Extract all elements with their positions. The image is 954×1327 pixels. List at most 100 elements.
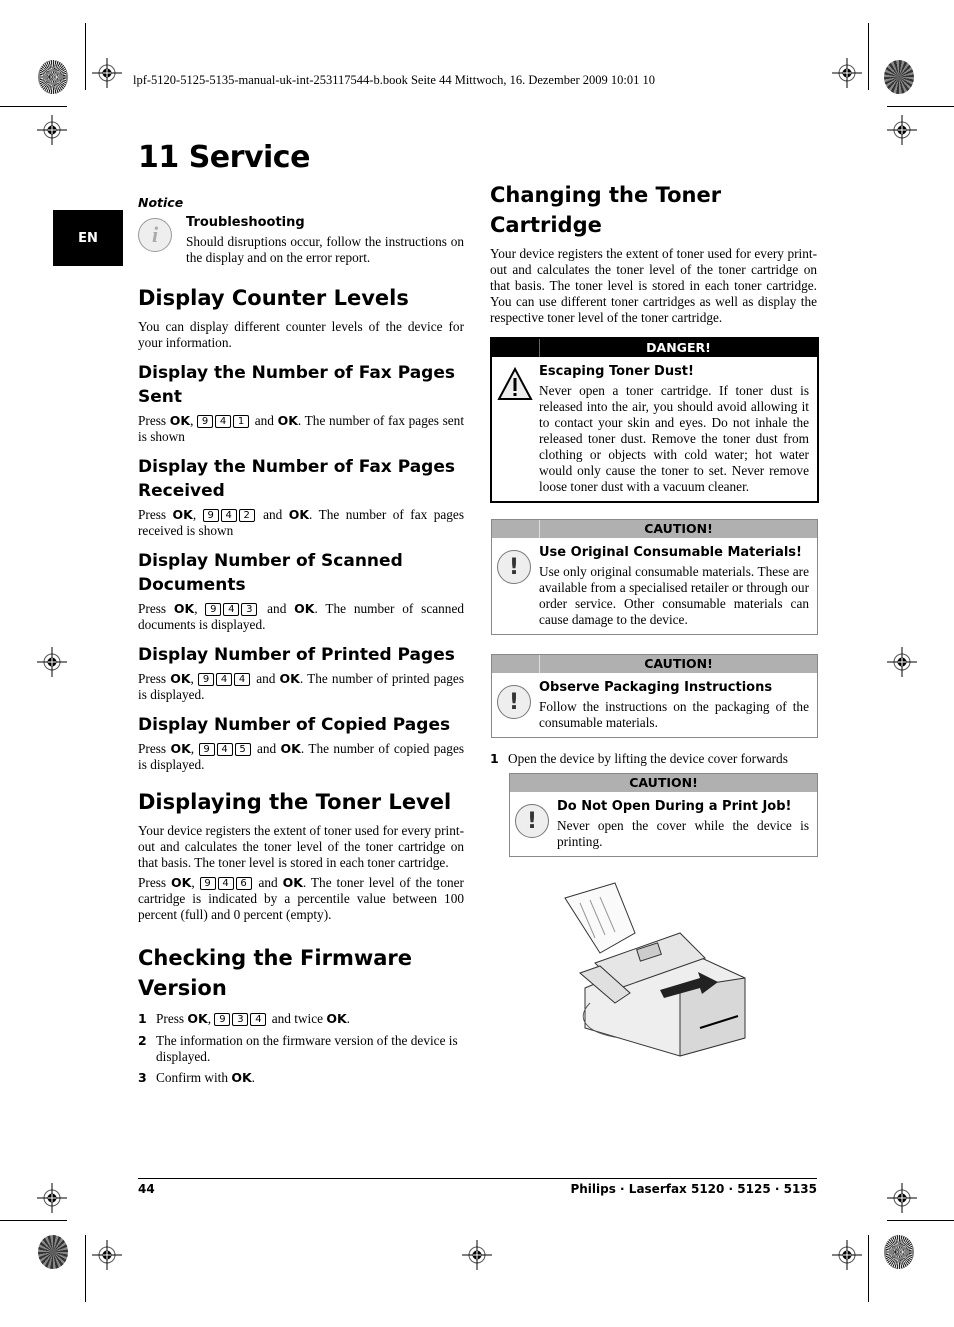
key-4: 4 — [216, 673, 233, 686]
key-9: 9 — [205, 603, 222, 616]
section-instructions: Press OK, 945 and OK. The number of copi… — [138, 741, 465, 772]
registration-mark — [832, 1240, 862, 1270]
section-heading: Display the Number of Fax Pages Received — [138, 457, 455, 501]
warning-triangle-icon — [497, 366, 533, 406]
step-open-device: 1 Open the device by lifting the device … — [490, 751, 788, 766]
key-9: 9 — [199, 877, 216, 890]
caution-title: Observe Packaging Instructions — [539, 680, 773, 695]
toner-level-text: Your device registers the extent of tone… — [138, 823, 464, 870]
caution-label: CAUTION! — [644, 656, 713, 671]
caution-title: Use Original Consumable Materials! — [539, 545, 802, 560]
caution-box-original-materials: CAUTION! ! Use Original Consumable Mater… — [491, 519, 818, 635]
key-1: 1 — [233, 415, 250, 428]
caution-box-packaging: CAUTION! ! Observe Packaging Instruction… — [491, 654, 818, 738]
counter-section: Display Number of Printed Pages Press OK,… — [138, 643, 464, 703]
heading-display-counter-levels: Display Counter Levels — [138, 286, 409, 310]
info-icon: i — [138, 218, 172, 252]
section-heading: Display the Number of Fax Pages Sent — [138, 363, 455, 407]
counter-section: Display the Number of Fax Pages Sent Pres… — [138, 361, 464, 445]
danger-label: DANGER! — [646, 340, 711, 355]
key-4: 4 — [215, 415, 232, 428]
registration-mark — [887, 115, 917, 145]
registration-mark — [887, 1183, 917, 1213]
key-3: 3 — [241, 603, 258, 616]
notice-label: Notice — [138, 195, 184, 210]
changing-toner-intro: Your device registers the extent of tone… — [490, 246, 817, 325]
exclamation-icon: ! — [497, 550, 531, 584]
registration-mark — [887, 647, 917, 677]
color-rosette-mark — [884, 1235, 914, 1269]
registration-mark — [92, 1240, 122, 1270]
key-9: 9 — [198, 743, 215, 756]
registration-mark — [37, 647, 67, 677]
key-4: 4 — [250, 1013, 267, 1026]
registration-mark — [37, 1183, 67, 1213]
toner-level-press: Press OK, 946 and OK. The toner level of… — [138, 875, 464, 922]
section-instructions: Press OK, 942 and OK. The number of fax … — [138, 507, 464, 538]
key-sequence: 946 — [199, 875, 254, 890]
exclamation-icon: ! — [497, 685, 531, 719]
counter-section: Display Number of Scanned Documents Press… — [138, 549, 464, 633]
color-rosette-mark — [38, 60, 68, 94]
heading-firmware-version: Checking the Firmware Version — [138, 946, 413, 1000]
registration-mark — [92, 58, 122, 88]
page-number: 44 — [138, 1182, 155, 1196]
section-instructions: Press OK, 943 and OK. The number of scan… — [138, 601, 464, 632]
key-5: 5 — [234, 743, 251, 756]
danger-text: Never open a toner cartridge. If toner d… — [539, 383, 809, 494]
heading-changing-toner-cartridge: Changing the Toner Cartridge — [490, 183, 722, 237]
key-4: 4 — [217, 877, 234, 890]
key-3: 3 — [232, 1013, 249, 1026]
exclamation-icon: ! — [515, 804, 549, 838]
color-rosette-mark — [884, 60, 914, 94]
key-6: 6 — [235, 877, 252, 890]
firmware-steps: 1 Press OK, 934 and twice OK. 2 The info… — [138, 1011, 464, 1086]
notice-text: Should disruptions occur, follow the ins… — [186, 234, 464, 265]
left-column: Notice i Troubleshooting Should disrupti… — [138, 195, 464, 1086]
notice-title: Troubleshooting — [186, 215, 305, 230]
footer-title: Philips · Laserfax 5120 · 5125 · 5135 — [570, 1182, 817, 1196]
counter-intro: You can display different counter levels… — [138, 319, 464, 350]
counter-section: Display Number of Copied Pages Press OK, … — [138, 713, 464, 773]
key-9: 9 — [214, 1013, 231, 1026]
firmware-step: 2 The information on the firmware versio… — [138, 1033, 458, 1064]
print-header: lpf-5120-5125-5135-manual-uk-int-2531175… — [133, 73, 656, 87]
key-9: 9 — [198, 673, 215, 686]
section-instructions: Press OK, 941 and OK. The number of fax … — [138, 413, 465, 444]
registration-mark — [37, 115, 67, 145]
counter-sections: Display the Number of Fax Pages Sent Pres… — [138, 361, 464, 773]
heading-toner-level: Displaying the Toner Level — [138, 790, 452, 814]
key-4: 4 — [216, 743, 233, 756]
danger-title: Escaping Toner Dust! — [539, 364, 694, 379]
fax-device-illustration — [564, 882, 746, 1057]
notice-block: Notice i Troubleshooting Should disrupti… — [138, 195, 464, 266]
section-heading: Display Number of Copied Pages — [138, 715, 451, 735]
caution-label: CAUTION! — [629, 775, 698, 790]
caution-text: Never open the cover while the device is… — [557, 818, 809, 849]
key-4: 4 — [234, 673, 251, 686]
key-9: 9 — [202, 509, 219, 522]
section-heading: Display Number of Scanned Documents — [138, 551, 403, 595]
section-heading: Display Number of Printed Pages — [138, 645, 455, 665]
key-9: 9 — [197, 415, 214, 428]
key-4: 4 — [220, 509, 237, 522]
color-rosette-mark — [38, 1235, 68, 1269]
section-instructions: Press OK, 944 and OK. The number of prin… — [138, 671, 465, 702]
language-tab: EN — [53, 210, 123, 266]
registration-mark — [832, 58, 862, 88]
caution-text: Use only original consumable materials. … — [539, 564, 809, 627]
counter-section: Display the Number of Fax Pages Received… — [138, 455, 464, 539]
caution-title: Do Not Open During a Print Job! — [557, 799, 792, 814]
firmware-step: 3 Confirm with OK. — [138, 1070, 255, 1085]
chapter-title: 11 Service — [138, 140, 310, 175]
danger-box: DANGER! Escaping Toner Dust! Never open … — [490, 337, 819, 503]
registration-mark — [462, 1240, 492, 1270]
caution-box-print-job: CAUTION! ! Do Not Open During a Print Jo… — [509, 773, 818, 857]
caution-text: Follow the instructions on the packaging… — [539, 699, 809, 730]
footer-divider — [138, 1178, 817, 1179]
firmware-step: 1 Press OK, 934 and twice OK. — [138, 1011, 350, 1026]
key-2: 2 — [238, 509, 255, 522]
right-column: Changing the Toner Cartridge Your device… — [490, 180, 817, 326]
caution-label: CAUTION! — [644, 521, 713, 536]
key-4: 4 — [223, 603, 240, 616]
